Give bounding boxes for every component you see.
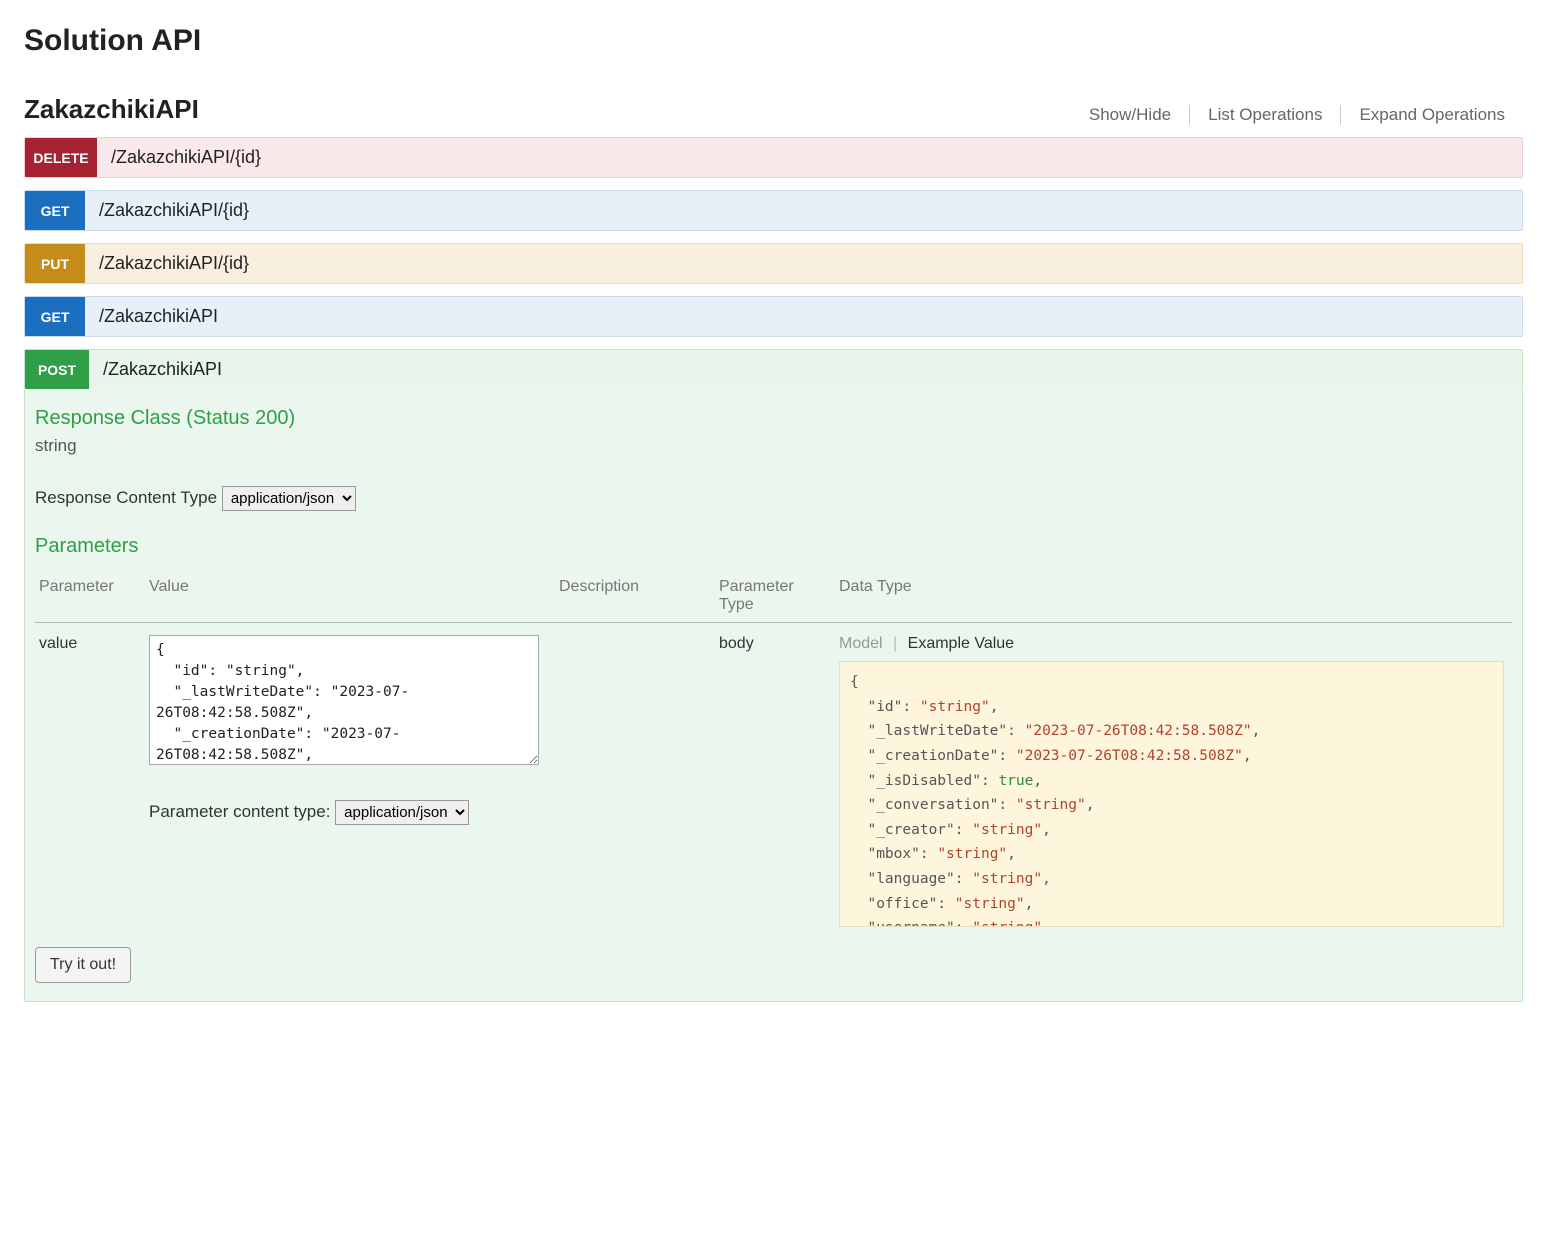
expand-operations-link[interactable]: Expand Operations — [1341, 105, 1523, 125]
method-badge-get[interactable]: GET — [25, 191, 85, 230]
list-operations-link[interactable]: List Operations — [1190, 105, 1340, 125]
param-content-type-select[interactable]: application/json — [335, 800, 469, 825]
th-parameter-type: Parameter Type — [715, 572, 835, 623]
operation-path[interactable]: /ZakazchikiAPI — [85, 297, 1522, 336]
param-value-textarea[interactable] — [149, 635, 539, 765]
response-class-heading: Response Class (Status 200) — [35, 407, 1512, 430]
th-value: Value — [145, 572, 555, 623]
operation-row-get[interactable]: GET/ZakazchikiAPI/{id} — [24, 190, 1523, 231]
operation-path[interactable]: /ZakazchikiAPI/{id} — [85, 244, 1522, 283]
api-name[interactable]: ZakazchikiAPI — [24, 94, 199, 125]
example-json-box[interactable]: { "id": "string", "_lastWriteDate": "202… — [839, 661, 1504, 927]
response-content-type-select[interactable]: application/json — [222, 486, 356, 511]
param-type-cell: body — [715, 623, 835, 932]
param-value-cell: Parameter content type: application/json — [145, 623, 555, 932]
page-title: Solution API — [24, 24, 1523, 58]
th-data-type: Data Type — [835, 572, 1512, 623]
operation-path[interactable]: /ZakazchikiAPI/{id} — [85, 191, 1522, 230]
th-description: Description — [555, 572, 715, 623]
th-parameter: Parameter — [35, 572, 145, 623]
operation-path[interactable]: /ZakazchikiAPI/{id} — [97, 138, 1522, 177]
table-row: value Parameter content type: applicatio… — [35, 623, 1512, 932]
operation-row-get[interactable]: GET/ZakazchikiAPI — [24, 296, 1523, 337]
api-header: ZakazchikiAPI Show/Hide List Operations … — [24, 94, 1523, 125]
method-badge-post[interactable]: POST — [25, 350, 89, 389]
method-badge-put[interactable]: PUT — [25, 244, 85, 283]
operation-row-post[interactable]: POST/ZakazchikiAPI — [24, 349, 1523, 389]
method-badge-delete[interactable]: DELETE — [25, 138, 97, 177]
parameters-table: Parameter Value Description Parameter Ty… — [35, 572, 1512, 931]
response-type: string — [35, 436, 1512, 456]
example-value-tab[interactable]: Example Value — [908, 635, 1014, 652]
api-actions: Show/Hide List Operations Expand Operati… — [1071, 105, 1523, 125]
operation-row-put[interactable]: PUT/ZakazchikiAPI/{id} — [24, 243, 1523, 284]
model-example-switch: Model | Example Value — [839, 635, 1504, 653]
post-operation-body: Response Class (Status 200) string Respo… — [24, 389, 1523, 1002]
operation-row-delete[interactable]: DELETE/ZakazchikiAPI/{id} — [24, 137, 1523, 178]
show-hide-link[interactable]: Show/Hide — [1071, 105, 1189, 125]
parameters-heading: Parameters — [35, 535, 1512, 558]
param-datatype-cell: Model | Example Value { "id": "string", … — [835, 623, 1512, 932]
operation-path[interactable]: /ZakazchikiAPI — [89, 350, 1522, 389]
method-badge-get[interactable]: GET — [25, 297, 85, 336]
separator: | — [893, 635, 897, 652]
param-description-cell — [555, 623, 715, 932]
model-tab[interactable]: Model — [839, 635, 883, 652]
param-name-cell: value — [35, 623, 145, 932]
response-content-type-label: Response Content Type — [35, 488, 217, 507]
response-content-type-row: Response Content Type application/json — [35, 486, 1512, 511]
param-content-type-label: Parameter content type: — [149, 802, 330, 821]
param-content-type-row: Parameter content type: application/json — [149, 800, 547, 825]
try-it-out-button[interactable]: Try it out! — [35, 947, 131, 983]
